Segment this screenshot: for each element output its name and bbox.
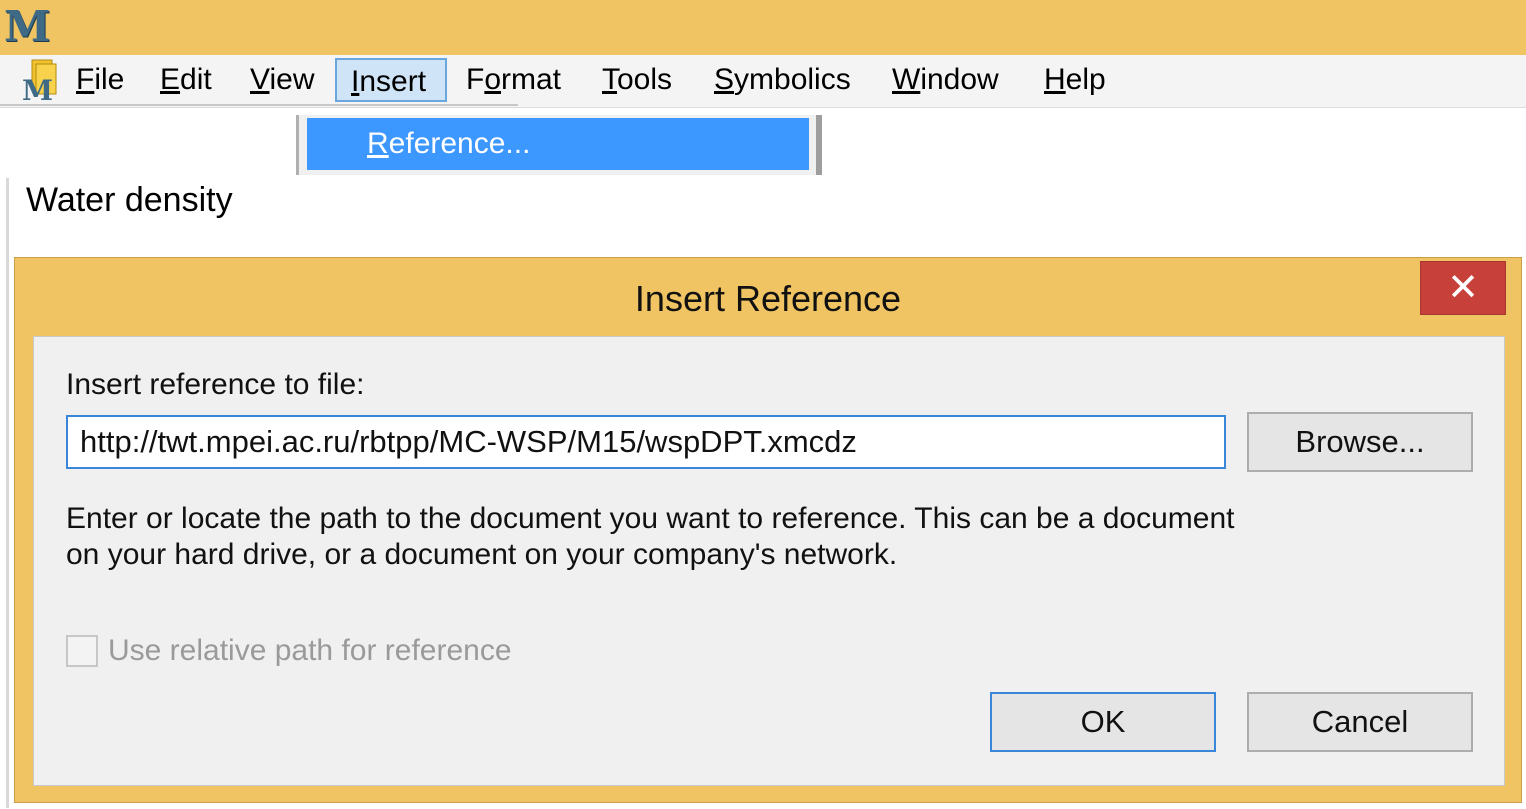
menu-view[interactable]: View (236, 58, 328, 102)
relative-path-checkbox[interactable] (66, 635, 98, 667)
description-line-2: on your hard drive, or a document on you… (66, 538, 898, 571)
insert-dropdown-menu: Reference... (296, 115, 822, 175)
menu-symbolics[interactable]: Symbolics (700, 58, 865, 102)
menu-tools[interactable]: Tools (588, 58, 686, 102)
menubar-divider (0, 104, 518, 106)
menu-window[interactable]: Window (878, 58, 1013, 102)
insert-reference-dialog: Insert Reference ✕ Insert reference to f… (14, 257, 1522, 803)
description-text: Enter or locate the path to the document… (66, 501, 1436, 573)
dialog-body: Insert reference to file: Browse... Ente… (33, 336, 1505, 786)
menu-insert[interactable]: Insert (335, 58, 447, 102)
menu-format[interactable]: Format (452, 58, 575, 102)
dialog-title: Insert Reference (634, 278, 902, 319)
app-logo-icon: M (4, 2, 51, 51)
file-label: Insert reference to file: (66, 368, 365, 401)
menu-help[interactable]: Help (1030, 58, 1120, 102)
description-line-1: Enter or locate the path to the document… (66, 502, 1235, 535)
document-margin (6, 178, 9, 808)
menu-file[interactable]: File (62, 58, 138, 102)
file-path-input[interactable] (66, 415, 1226, 469)
menu-file-rest: ile (94, 63, 125, 96)
document-icon[interactable]: M (18, 58, 58, 102)
document-text[interactable]: Water density (26, 178, 233, 222)
ok-button[interactable]: OK (990, 692, 1216, 752)
relative-path-label: Use relative path for reference (108, 634, 512, 667)
browse-button[interactable]: Browse... (1247, 412, 1473, 472)
close-button[interactable]: ✕ (1420, 261, 1506, 315)
menu-item-reference[interactable]: Reference... (307, 118, 809, 170)
app-titlebar[interactable]: M (0, 0, 1526, 55)
cancel-button[interactable]: Cancel (1247, 692, 1473, 752)
menu-edit[interactable]: Edit (146, 58, 226, 102)
close-icon: ✕ (1447, 267, 1479, 309)
svg-text:M: M (22, 74, 53, 102)
